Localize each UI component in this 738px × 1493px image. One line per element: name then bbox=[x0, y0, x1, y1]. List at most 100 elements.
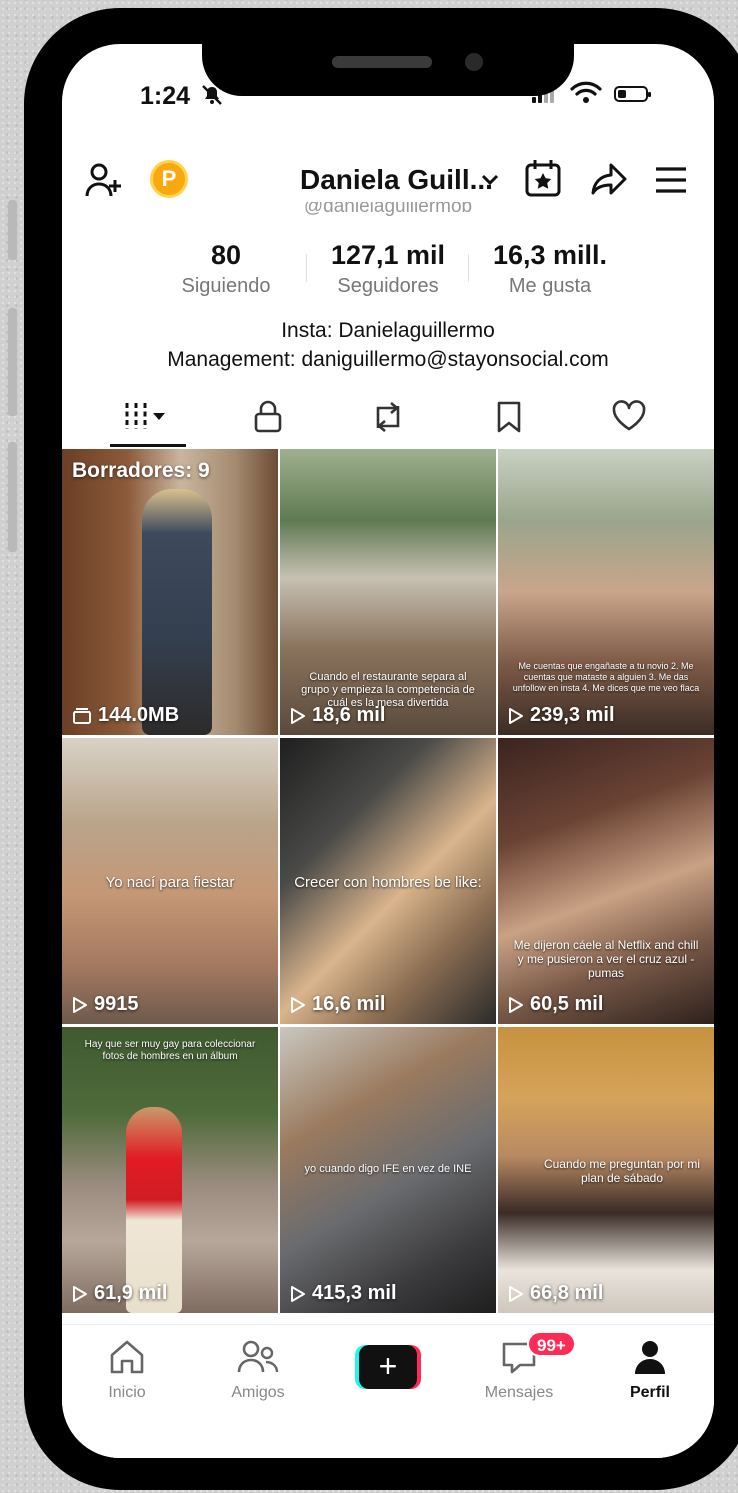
video-views-count: 239,3 mil bbox=[530, 704, 615, 726]
stat-likes-value: 16,3 mill. bbox=[492, 240, 608, 270]
video-views-count: 66,8 mil bbox=[530, 1282, 604, 1304]
profile-topbar: P Daniela Guill... bbox=[62, 156, 714, 206]
video-thumbnail[interactable]: Me cuentas que engañaste a tu novio 2. M… bbox=[498, 449, 714, 735]
video-views: 16,6 mil bbox=[290, 993, 385, 1016]
tab-private[interactable] bbox=[203, 390, 333, 448]
stat-likes[interactable]: 16,3 mill. Me gusta bbox=[470, 240, 630, 298]
video-thumbnail-drafts[interactable]: Borradores: 9 144.0MB bbox=[62, 449, 278, 735]
nav-home-label: Inicio bbox=[108, 1384, 146, 1401]
video-views: 239,3 mil bbox=[508, 704, 615, 727]
lock-icon bbox=[254, 400, 282, 433]
stat-likes-label: Me gusta bbox=[508, 275, 592, 297]
phone-volume-up bbox=[8, 308, 17, 416]
heart-icon bbox=[612, 400, 646, 431]
drafts-size: 144.0MB bbox=[72, 704, 179, 727]
repost-icon bbox=[376, 402, 400, 432]
video-photo bbox=[498, 738, 714, 1024]
status-time: 1:24 bbox=[140, 82, 191, 110]
video-views: 60,5 mil bbox=[508, 993, 603, 1016]
video-thumbnail[interactable]: yo cuando digo IFE en vez de INE 415,3 m… bbox=[280, 1027, 496, 1313]
play-icon bbox=[73, 996, 87, 1013]
stat-following[interactable]: 80 Siguiendo bbox=[146, 240, 306, 298]
bottom-tab-bar: Inicio Amigos + Mensajes 99+ Perfil bbox=[62, 1324, 714, 1458]
drafts-label: Borradores: 9 bbox=[72, 459, 210, 482]
add-friend-icon[interactable] bbox=[84, 162, 124, 203]
home-icon bbox=[110, 1340, 144, 1374]
nav-friends-label: Amigos bbox=[231, 1384, 285, 1401]
play-icon bbox=[73, 1285, 87, 1302]
stat-following-value: 80 bbox=[210, 240, 242, 270]
create-button[interactable]: + bbox=[355, 1345, 421, 1389]
phone-volume-down bbox=[8, 442, 17, 552]
nav-profile-label: Perfil bbox=[629, 1384, 670, 1401]
play-icon bbox=[509, 707, 523, 724]
video-views-count: 18,6 mil bbox=[312, 704, 386, 726]
tab-reposts[interactable] bbox=[323, 390, 453, 448]
video-views-count: 9915 bbox=[94, 993, 139, 1015]
wifi-icon bbox=[570, 80, 602, 109]
bookmark-icon bbox=[497, 401, 521, 433]
video-views: 61,9 mil bbox=[72, 1282, 167, 1305]
front-camera bbox=[465, 53, 483, 71]
profile-stats: 80 Siguiendo 127,1 mil Seguidores 16,3 m… bbox=[62, 240, 714, 310]
profile-username[interactable]: Daniela Guill... bbox=[300, 164, 493, 196]
bio-line-2[interactable]: Management: daniguillermo@stayonsocial.c… bbox=[62, 345, 714, 374]
phone-notch bbox=[202, 8, 574, 96]
phone-side-button bbox=[8, 200, 17, 260]
video-thumbnail[interactable]: Hay que ser muy gay para coleccionar fot… bbox=[62, 1027, 278, 1313]
friends-icon bbox=[237, 1340, 279, 1373]
stat-followers[interactable]: 127,1 mil Seguidores bbox=[308, 240, 468, 298]
stat-following-label: Siguiendo bbox=[181, 275, 271, 297]
nav-friends[interactable]: Amigos bbox=[203, 1339, 313, 1402]
person-figure bbox=[142, 489, 212, 735]
messages-badge: 99+ bbox=[527, 1331, 576, 1357]
video-views: 18,6 mil bbox=[290, 704, 385, 727]
battery-icon bbox=[614, 86, 651, 102]
profile-icon bbox=[635, 1341, 665, 1374]
video-views-count: 415,3 mil bbox=[312, 1282, 397, 1304]
share-icon[interactable] bbox=[590, 162, 628, 201]
video-caption: Cuando me preguntan por mi plan de sábad… bbox=[543, 1157, 701, 1185]
menu-icon[interactable] bbox=[654, 166, 688, 199]
nav-messages-label: Mensajes bbox=[484, 1384, 554, 1401]
video-views-count: 16,6 mil bbox=[312, 993, 386, 1015]
profile-bio: Insta: Danielaguillermo Management: dani… bbox=[62, 316, 714, 374]
play-icon bbox=[291, 707, 305, 724]
video-caption: yo cuando digo IFE en vez de INE bbox=[304, 1163, 472, 1175]
stat-followers-value: 127,1 mil bbox=[330, 240, 446, 270]
stat-followers-label: Seguidores bbox=[337, 275, 439, 297]
storage-icon bbox=[73, 707, 91, 724]
video-thumbnail[interactable]: Cuando el restaurante separa al grupo y … bbox=[280, 449, 496, 735]
chevron-down-icon[interactable] bbox=[480, 170, 500, 195]
play-icon bbox=[291, 1285, 305, 1302]
video-caption: Crecer con hombres be like: bbox=[294, 874, 482, 891]
videos-grid-icon bbox=[125, 403, 165, 429]
tab-saved[interactable] bbox=[444, 390, 574, 448]
play-icon bbox=[509, 1285, 523, 1302]
video-caption: Yo nací para fiestar bbox=[105, 874, 235, 891]
video-caption: Me cuentas que engañaste a tu novio 2. M… bbox=[512, 661, 700, 693]
plus-icon: + bbox=[359, 1345, 417, 1389]
phone-screen: 1:24 P Daniela Guill... @danielaguillerm… bbox=[62, 44, 714, 1458]
stat-divider bbox=[468, 254, 469, 282]
video-caption: Hay que ser muy gay para coleccionar fot… bbox=[84, 1039, 256, 1062]
play-icon bbox=[291, 996, 305, 1013]
video-thumbnail[interactable]: Crecer con hombres be like: 16,6 mil bbox=[280, 738, 496, 1024]
video-thumbnail[interactable]: Yo nací para fiestar 9915 bbox=[62, 738, 278, 1024]
video-caption: Me dijeron cáele al Netflix and chill y … bbox=[513, 938, 699, 980]
tab-liked[interactable] bbox=[564, 390, 694, 448]
nav-profile[interactable]: Perfil bbox=[595, 1339, 705, 1402]
drafts-size-value: 144.0MB bbox=[98, 704, 180, 726]
video-thumbnail[interactable]: Me dijeron cáele al Netflix and chill y … bbox=[498, 738, 714, 1024]
coin-icon[interactable]: P bbox=[150, 160, 188, 198]
nav-home[interactable]: Inicio bbox=[72, 1339, 182, 1402]
video-views: 66,8 mil bbox=[508, 1282, 603, 1305]
stat-divider bbox=[306, 254, 307, 282]
video-views: 415,3 mil bbox=[290, 1282, 397, 1305]
video-thumbnail[interactable]: Cuando me preguntan por mi plan de sábad… bbox=[498, 1027, 714, 1313]
tab-videos[interactable] bbox=[82, 390, 212, 448]
video-views-count: 61,9 mil bbox=[94, 1282, 168, 1304]
active-tab-indicator bbox=[110, 444, 186, 447]
calendar-star-icon[interactable] bbox=[524, 158, 562, 203]
play-icon bbox=[509, 996, 523, 1013]
